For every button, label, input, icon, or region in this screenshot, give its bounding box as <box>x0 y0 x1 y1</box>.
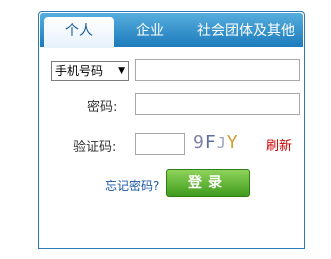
tab-company[interactable]: 企业 <box>125 13 175 47</box>
tab-social-groups-other[interactable]: 社会团体及其他 <box>190 13 302 47</box>
account-input[interactable] <box>135 59 300 81</box>
tab-personal[interactable]: 个人 <box>44 13 114 47</box>
captcha-glyph: 9 <box>193 132 205 153</box>
captcha-input[interactable] <box>135 133 185 155</box>
captcha-image[interactable]: 9FJY <box>193 132 263 154</box>
tab-bar: 个人 企业 社会团体及其他 <box>40 13 303 48</box>
login-panel: 个人 企业 社会团体及其他 手机号码 ▼ 密码: 验证码: 9FJY 刷新 忘记… <box>38 11 305 249</box>
captcha-glyph: J <box>216 134 227 152</box>
account-type-select[interactable]: 手机号码 ▼ <box>51 61 129 81</box>
forgot-password-link[interactable]: 忘记密码? <box>105 177 159 194</box>
captcha-glyph: F <box>204 132 217 153</box>
captcha-label: 验证码: <box>73 140 117 155</box>
password-label: 密码: <box>87 100 118 115</box>
login-button[interactable]: 登录 <box>166 169 250 197</box>
password-input[interactable] <box>135 93 300 115</box>
refresh-captcha-link[interactable]: 刷新 <box>266 135 292 154</box>
account-type-value: 手机号码 <box>55 64 104 78</box>
dropdown-arrow-icon: ▼ <box>118 66 125 76</box>
captcha-glyph: Y <box>226 132 239 153</box>
